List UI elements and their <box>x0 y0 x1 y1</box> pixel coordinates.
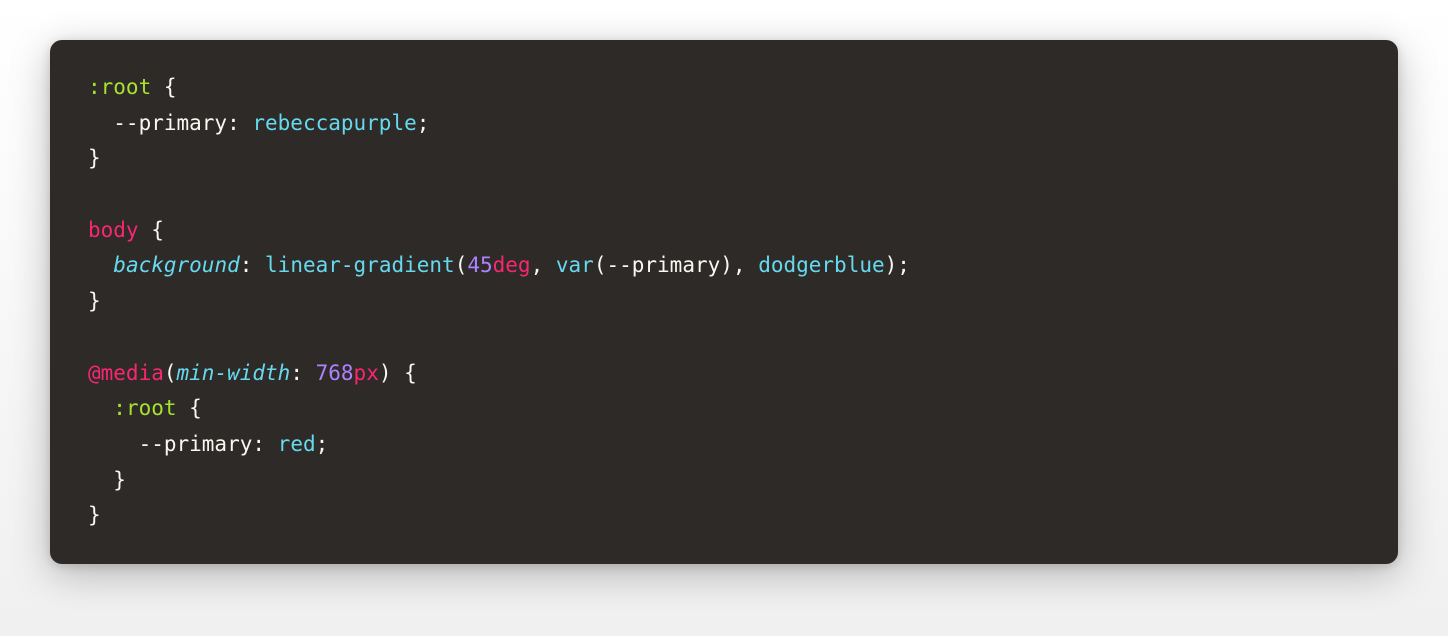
code-token: ( <box>164 361 177 385</box>
code-token: --primary <box>88 432 252 456</box>
code-token: :root <box>88 75 151 99</box>
code-token: linear-gradient <box>265 253 455 277</box>
code-token: deg <box>493 253 531 277</box>
code-token: , <box>531 253 556 277</box>
code-block: :root { --primary: rebeccapurple; } body… <box>50 40 1398 564</box>
code-token: } <box>88 146 101 170</box>
code-token: min-width <box>177 361 291 385</box>
code-token: body <box>88 218 139 242</box>
css-code: :root { --primary: rebeccapurple; } body… <box>88 75 910 527</box>
code-token: { <box>139 218 164 242</box>
code-token: ( <box>455 253 468 277</box>
code-token: } <box>88 503 101 527</box>
code-token: rebeccapurple <box>252 111 416 135</box>
code-token: ( <box>594 253 607 277</box>
code-token: ), <box>720 253 758 277</box>
code-token: : <box>227 111 252 135</box>
code-token: ; <box>417 111 430 135</box>
code-token: --primary <box>88 111 227 135</box>
code-token: --primary <box>606 253 720 277</box>
code-token: ); <box>885 253 910 277</box>
code-token: px <box>354 361 379 385</box>
code-token: : <box>240 253 265 277</box>
code-token: background <box>113 253 239 277</box>
code-token: dodgerblue <box>758 253 884 277</box>
code-token: { <box>151 75 176 99</box>
code-token: ; <box>316 432 329 456</box>
code-token: ) { <box>379 361 417 385</box>
code-token: } <box>88 289 101 313</box>
code-token: red <box>278 432 316 456</box>
code-token: } <box>88 468 126 492</box>
code-token: 768 <box>316 361 354 385</box>
code-token <box>88 396 113 420</box>
code-token: :root <box>113 396 176 420</box>
code-token: @media <box>88 361 164 385</box>
code-token <box>88 253 113 277</box>
code-token: : <box>252 432 277 456</box>
code-token: : <box>290 361 315 385</box>
code-token: { <box>177 396 202 420</box>
code-token: 45 <box>467 253 492 277</box>
code-token: var <box>556 253 594 277</box>
